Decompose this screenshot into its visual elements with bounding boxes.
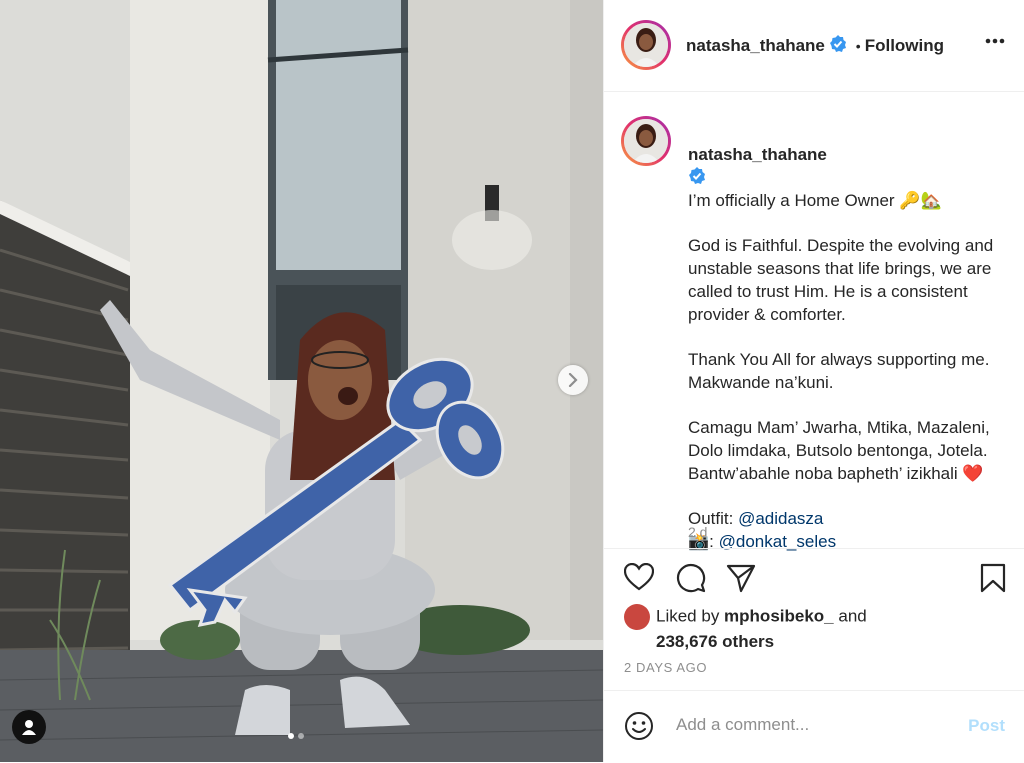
bookmark-icon[interactable] xyxy=(980,563,1006,593)
caption-avatar[interactable] xyxy=(621,116,671,166)
carousel-indicator xyxy=(288,733,304,739)
caption-paragraph: God is Faithful. Despite the evolving an… xyxy=(688,236,994,324)
chevron-right-icon xyxy=(568,373,578,387)
more-options-icon[interactable] xyxy=(985,38,1005,44)
post-date[interactable]: 2 DAYS AGO xyxy=(624,660,707,675)
following-button[interactable]: Following xyxy=(865,36,944,55)
user-tag-icon xyxy=(22,720,36,735)
caption-age[interactable]: 2 d xyxy=(688,524,707,540)
tagged-users-button[interactable] xyxy=(12,710,46,744)
liked-by-prefix: Liked by xyxy=(656,606,725,626)
heart-icon[interactable] xyxy=(624,563,654,591)
caption-username[interactable]: natasha_thahane xyxy=(688,145,827,164)
outfit-mention-link[interactable]: @adidasza xyxy=(738,509,823,528)
photo-scene xyxy=(0,0,603,762)
verified-badge-icon xyxy=(830,35,847,52)
carousel-dot xyxy=(298,733,304,739)
liked-by-and: and xyxy=(833,606,867,626)
liker-avatar[interactable] xyxy=(624,604,650,630)
comment-bar: Post xyxy=(604,690,1024,763)
carousel-dot-active xyxy=(288,733,294,739)
emoji-icon[interactable] xyxy=(624,711,654,741)
post-panel: natasha_thahane • Following natasha_thaha… xyxy=(603,0,1024,762)
likes-summary: Liked by mphosibeko_ and 238,676 others xyxy=(624,604,867,653)
follow-separator: • xyxy=(855,38,861,54)
comment-input[interactable] xyxy=(674,714,948,736)
likes-count-link[interactable]: 238,676 others xyxy=(656,632,774,651)
liked-by-user-link[interactable]: mphosibeko_ xyxy=(724,606,834,625)
post-photo[interactable] xyxy=(0,0,603,762)
post-caption: natasha_thahane I’m officially a Home Ow… xyxy=(688,120,1008,553)
post-comment-button[interactable]: Post xyxy=(968,716,1005,736)
share-icon[interactable] xyxy=(726,563,756,593)
comment-icon[interactable] xyxy=(676,563,706,593)
caption-paragraph: Thank You All for always supporting me. … xyxy=(688,350,990,392)
post-author-username[interactable]: natasha_thahane xyxy=(686,36,825,55)
action-bar xyxy=(604,548,1024,609)
caption-title: I’m officially a Home Owner 🔑🏡 xyxy=(688,191,942,210)
post-header: natasha_thahane • Following xyxy=(604,0,1024,92)
caption-paragraph: Camagu Mam’ Jwarha, Mtika, Mazaleni, Dol… xyxy=(688,418,990,483)
avatar[interactable] xyxy=(621,20,671,70)
verified-badge-icon xyxy=(689,167,705,184)
carousel-next-button[interactable] xyxy=(558,365,588,395)
